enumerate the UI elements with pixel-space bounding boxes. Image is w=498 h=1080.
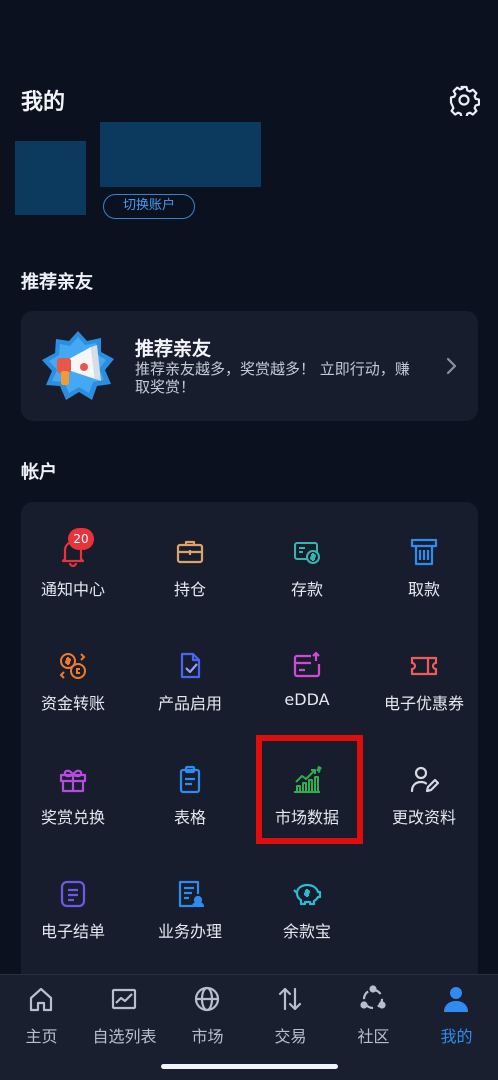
menu-item-business-service[interactable]: 业务办理 bbox=[133, 878, 247, 958]
menu-item-label: 取款 bbox=[407, 580, 440, 599]
tab-label: 自选列表 bbox=[92, 1027, 157, 1046]
tab-market[interactable]: 市场 bbox=[166, 983, 249, 1046]
menu-item-notification-center[interactable]: 20 通知中心 bbox=[16, 528, 130, 616]
edit-profile-icon bbox=[410, 766, 440, 793]
referral-section-title: 推荐亲友 bbox=[21, 272, 93, 293]
home-icon bbox=[29, 987, 53, 1012]
tab-label: 主页 bbox=[25, 1027, 58, 1046]
trade-arrows-icon bbox=[278, 987, 302, 1011]
currency-exchange-icon bbox=[59, 653, 86, 679]
menu-item-withdraw[interactable]: 取款 bbox=[367, 536, 481, 616]
home-indicator bbox=[161, 1064, 338, 1069]
menu-item-label: 产品启用 bbox=[157, 694, 222, 713]
tab-label: 我的 bbox=[440, 1027, 473, 1046]
menu-item-edit-profile[interactable]: 更改资料 bbox=[367, 764, 481, 844]
menu-item-deposit[interactable]: 存款 bbox=[250, 536, 364, 616]
menu-item-label: 资金转账 bbox=[40, 694, 105, 713]
menu-item-label: 更改资料 bbox=[391, 808, 456, 827]
menu-item-holdings[interactable]: 持仓 bbox=[133, 536, 247, 616]
watchlist-chart-icon bbox=[111, 988, 137, 1010]
tab-trade[interactable]: 交易 bbox=[249, 983, 332, 1046]
business-service-icon bbox=[178, 880, 205, 908]
notification-count-badge: 20 bbox=[68, 528, 94, 550]
tab-label: 交易 bbox=[274, 1027, 307, 1046]
referral-card-title: 推荐亲友 bbox=[135, 338, 212, 360]
tab-home[interactable]: 主页 bbox=[0, 983, 83, 1046]
menu-item-label: 电子结单 bbox=[40, 922, 105, 941]
menu-item-label: 电子优惠券 bbox=[383, 694, 464, 713]
tab-my-account[interactable]: 我的 bbox=[415, 983, 498, 1046]
menu-item-label: eDDA bbox=[284, 690, 330, 709]
menu-item-label: 表格 bbox=[173, 808, 206, 827]
referral-card-description: 推荐亲友越多，奖赏越多！ 立即行动，赚取奖赏！ bbox=[135, 360, 410, 396]
menu-item-label: 持仓 bbox=[173, 580, 206, 599]
menu-item-label: 业务办理 bbox=[157, 922, 222, 941]
market-data-highlight-box bbox=[256, 735, 363, 844]
piggy-bank-icon bbox=[293, 883, 322, 906]
tab-watchlist[interactable]: 自选列表 bbox=[83, 983, 166, 1046]
menu-item-fund-transfer[interactable]: 资金转账 bbox=[16, 650, 130, 730]
account-section-title: 帐户 bbox=[21, 462, 57, 483]
menu-item-product-activation[interactable]: 产品启用 bbox=[133, 650, 247, 730]
menu-item-edda[interactable]: eDDA bbox=[250, 650, 364, 730]
profile-icon bbox=[444, 987, 468, 1012]
clipboard-icon bbox=[179, 765, 201, 794]
atm-withdraw-icon bbox=[410, 538, 438, 566]
chevron-right-icon bbox=[446, 357, 457, 375]
account-name-redacted bbox=[100, 122, 261, 187]
tab-community[interactable]: 社区 bbox=[332, 983, 415, 1046]
menu-item-label: 通知中心 bbox=[40, 580, 105, 599]
deposit-icon bbox=[294, 542, 320, 564]
menu-item-e-coupon[interactable]: 电子优惠券 bbox=[367, 650, 481, 730]
community-icon bbox=[360, 985, 386, 1010]
tab-label: 社区 bbox=[357, 1027, 390, 1046]
tab-label: 市场 bbox=[191, 1027, 224, 1046]
menu-item-forms[interactable]: 表格 bbox=[133, 764, 247, 844]
menu-item-surplus-treasure[interactable]: 余款宝 bbox=[250, 878, 364, 958]
e-statement-icon bbox=[60, 880, 86, 908]
globe-icon bbox=[194, 986, 220, 1012]
menu-item-e-statement[interactable]: 电子结单 bbox=[16, 878, 130, 958]
menu-item-label: 存款 bbox=[290, 580, 323, 599]
menu-item-reward-redemption[interactable]: 奖赏兑换 bbox=[16, 764, 130, 844]
coupon-icon bbox=[410, 656, 438, 676]
account-menu-grid: 20 通知中心 持仓 存款 取款 资金转账 产品启用 eDDA 电子优惠券 奖赏… bbox=[21, 502, 478, 974]
referral-card[interactable]: 推荐亲友 推荐亲友越多，奖赏越多！ 立即行动，赚取奖赏！ bbox=[21, 311, 478, 421]
gift-icon bbox=[59, 769, 87, 793]
product-activate-icon bbox=[180, 652, 201, 679]
megaphone-icon bbox=[42, 331, 114, 400]
avatar-redacted bbox=[15, 141, 86, 215]
briefcase-icon bbox=[176, 540, 204, 564]
switch-account-button[interactable]: 切换账户 bbox=[103, 194, 195, 219]
menu-item-label: 余款宝 bbox=[282, 922, 331, 941]
menu-item-label: 奖赏兑换 bbox=[40, 808, 105, 827]
page-title: 我的 bbox=[21, 90, 66, 115]
my-account-page: 我的 切换账户 推荐亲友 推荐亲友 推荐亲友越多，奖赏越多！ 立即行动，赚取奖赏… bbox=[0, 0, 498, 1080]
settings-gear-icon[interactable] bbox=[448, 84, 480, 116]
edda-card-icon bbox=[293, 651, 321, 678]
